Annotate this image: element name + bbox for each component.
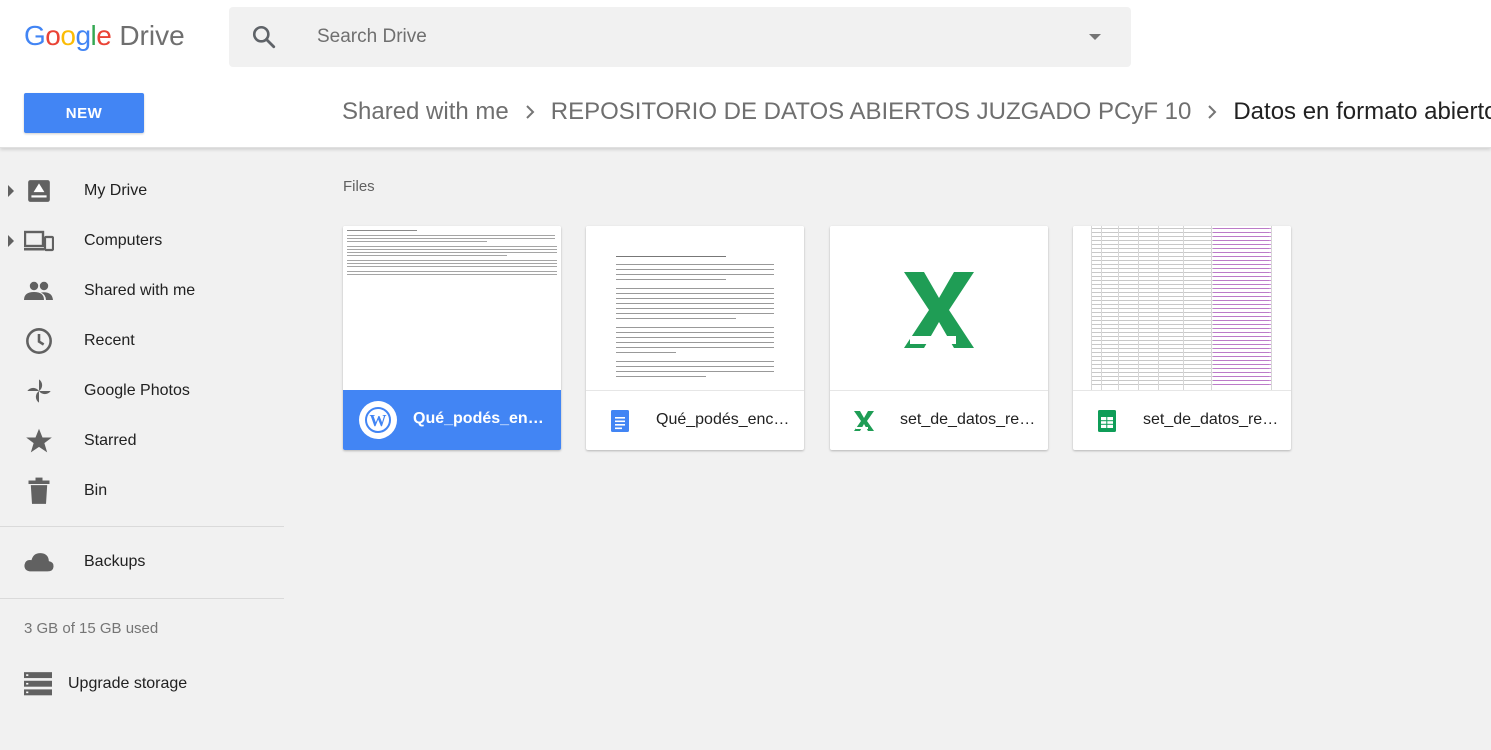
expand-arrow-icon[interactable]: [8, 185, 14, 197]
file-thumbnail: [830, 226, 1048, 390]
search-bar[interactable]: [229, 7, 1131, 67]
file-card-footer[interactable]: set_de_datos_re…: [830, 390, 1048, 450]
sidebar-item-label: Shared with me: [84, 282, 196, 299]
new-button[interactable]: NEW: [24, 93, 144, 133]
word-document-icon: W: [359, 401, 397, 439]
sidebar-item-label: Computers: [84, 232, 163, 249]
google-wordmark: Google: [24, 20, 112, 51]
computers-icon: [24, 226, 54, 256]
search-options-dropdown-icon[interactable]: [1089, 34, 1101, 40]
shared-people-icon: [24, 276, 54, 306]
file-name: set_de_datos_re…: [1143, 411, 1279, 428]
excel-large-icon: [904, 272, 974, 348]
my-drive-icon: [24, 176, 54, 206]
file-card-word-document[interactable]: W Qué_podés_enc…: [343, 226, 561, 450]
file-card-excel-file[interactable]: set_de_datos_re…: [830, 226, 1048, 450]
file-thumbnail: [343, 226, 561, 390]
sidebar-item-label: Starred: [84, 432, 137, 449]
drive-wordmark: Drive: [119, 20, 185, 51]
upgrade-storage-link[interactable]: Upgrade storage: [24, 669, 224, 699]
svg-text:W: W: [370, 411, 387, 430]
top-bar: Google Drive NEW Shared with me REPOSITO…: [0, 0, 1491, 148]
sidebar-divider: [0, 598, 284, 599]
file-card-google-doc[interactable]: Qué_podés_enc…: [586, 226, 804, 450]
storage-icon: [24, 672, 52, 696]
sidebar-item-backups[interactable]: Backups: [0, 537, 300, 587]
breadcrumb: Shared with me REPOSITORIO DE DATOS ABIE…: [342, 96, 1491, 128]
sidebar-item-computers[interactable]: Computers: [0, 216, 300, 266]
file-name: Qué_podés_enc…: [413, 410, 549, 427]
storage-usage-text: 3 GB of 15 GB used: [24, 620, 159, 637]
file-card-google-sheet[interactable]: set_de_datos_re…: [1073, 226, 1291, 450]
file-name: Qué_podés_enc…: [656, 411, 790, 428]
trash-icon: [24, 476, 54, 506]
clock-icon: [24, 326, 54, 356]
file-card-footer[interactable]: W Qué_podés_enc…: [343, 390, 561, 450]
excel-icon: [854, 411, 874, 431]
file-name: set_de_datos_re…: [900, 411, 1036, 428]
sidebar-item-my-drive[interactable]: My Drive: [0, 166, 300, 216]
sidebar-item-shared-with-me[interactable]: Shared with me: [0, 266, 300, 316]
google-drive-logo[interactable]: Google Drive: [24, 20, 185, 56]
sidebar-item-starred[interactable]: Starred: [0, 416, 300, 466]
sidebar-item-bin[interactable]: Bin: [0, 466, 300, 516]
file-thumbnail: [1073, 226, 1291, 390]
search-input[interactable]: [317, 21, 1077, 53]
breadcrumb-repositorio[interactable]: REPOSITORIO DE DATOS ABIERTOS JUZGADO PC…: [551, 98, 1192, 126]
expand-arrow-icon[interactable]: [8, 235, 14, 247]
sidebar-divider: [0, 526, 284, 527]
sidebar-item-recent[interactable]: Recent: [0, 316, 300, 366]
file-card-footer[interactable]: Qué_podés_enc…: [586, 390, 804, 450]
upgrade-storage-label: Upgrade storage: [68, 675, 188, 692]
cloud-icon: [24, 547, 54, 577]
sidebar-item-label: My Drive: [84, 182, 148, 199]
files-section-heading: Files: [343, 178, 375, 195]
photos-pinwheel-icon: [24, 376, 54, 406]
search-icon[interactable]: [251, 24, 277, 50]
star-icon: [24, 426, 54, 456]
file-card-footer[interactable]: set_de_datos_re…: [1073, 390, 1291, 450]
breadcrumb-current-folder[interactable]: Datos en formato abierto: [1233, 98, 1491, 126]
sidebar-item-label: Bin: [84, 482, 108, 499]
breadcrumb-shared-with-me[interactable]: Shared with me: [342, 98, 509, 126]
sidebar-item-label: Backups: [84, 553, 146, 570]
sidebar-item-google-photos[interactable]: Google Photos: [0, 366, 300, 416]
sidebar: My Drive Computers Shared with me Recent…: [0, 148, 300, 750]
chevron-right-icon: [526, 105, 535, 119]
google-sheets-icon: [1098, 410, 1116, 432]
file-thumbnail: [586, 226, 804, 390]
sidebar-item-label: Google Photos: [84, 382, 190, 399]
sidebar-item-label: Recent: [84, 332, 135, 349]
google-docs-icon: [611, 410, 629, 432]
chevron-right-icon: [1208, 105, 1217, 119]
